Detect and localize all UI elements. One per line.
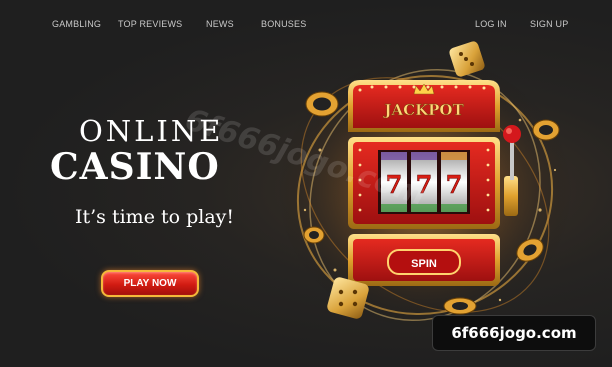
domain-badge: 6f666jogo.com [432, 315, 596, 351]
casino-landing-page: GAMBLING TOP REVIEWS NEWS BONUSES LOG IN… [0, 0, 612, 367]
play-now-label: PLAY NOW [123, 278, 177, 289]
casino-chip-icon [443, 297, 477, 315]
casino-chip-icon [305, 91, 339, 117]
jackpot-label: JACKPOT [382, 101, 464, 119]
reel-3-symbol: 7 [446, 170, 463, 199]
hero-title-casino: CASINO [50, 146, 220, 188]
play-now-button[interactable]: PLAY NOW [101, 270, 199, 297]
spin-button-label: SPIN [411, 258, 437, 270]
hero-title-online: ONLINE [79, 114, 224, 148]
hero-tagline: It’s time to play! [75, 206, 235, 228]
machine-base: SPIN [348, 234, 500, 286]
casino-chip-icon [532, 119, 560, 141]
casino-chip-icon [303, 226, 325, 244]
